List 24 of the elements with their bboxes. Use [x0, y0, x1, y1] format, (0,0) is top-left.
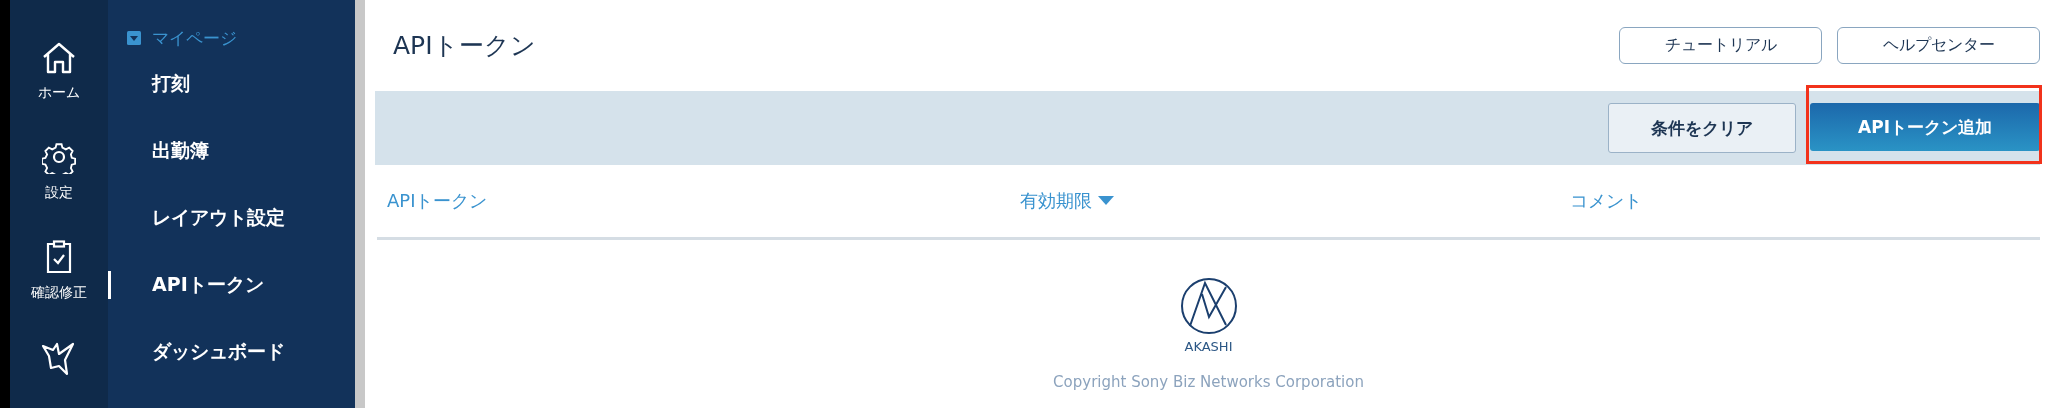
clear-button[interactable]: 条件をクリア [1608, 103, 1796, 153]
page-title: APIトークン [392, 30, 536, 62]
rail-label[interactable]: 確認修正 [31, 284, 87, 302]
nav-section-title[interactable]: マイページ [152, 26, 237, 50]
rail-label[interactable]: ホーム [38, 84, 80, 102]
collapse-icon[interactable] [127, 31, 141, 45]
add-button[interactable]: APIトークン追加 [1810, 103, 2040, 151]
sort-icon[interactable] [1098, 196, 1114, 206]
column-header[interactable]: コメント [1570, 189, 1642, 213]
clipboard-check-icon[interactable] [46, 240, 72, 274]
nav-item[interactable]: レイアウト設定 [152, 204, 285, 231]
nav-item[interactable]: 打刻 [152, 70, 190, 97]
nav-item[interactable]: 出勤簿 [152, 137, 209, 164]
scrollbar[interactable] [355, 0, 365, 408]
nav-item[interactable]: APIトークン [152, 271, 264, 298]
logo-text: AKASHI [1184, 339, 1233, 354]
rail-label[interactable]: 設定 [45, 184, 73, 202]
header-button[interactable]: ヘルプセンター [1837, 27, 2040, 64]
settings-icon[interactable] [42, 140, 76, 174]
nav-item[interactable]: ダッシュボード [152, 338, 285, 365]
home-icon[interactable] [42, 42, 76, 74]
header-button[interactable]: チュートリアル [1619, 27, 1822, 64]
copyright: Copyright Sony Biz Networks Corporation [1053, 373, 1364, 391]
logo-icon [1179, 277, 1238, 335]
